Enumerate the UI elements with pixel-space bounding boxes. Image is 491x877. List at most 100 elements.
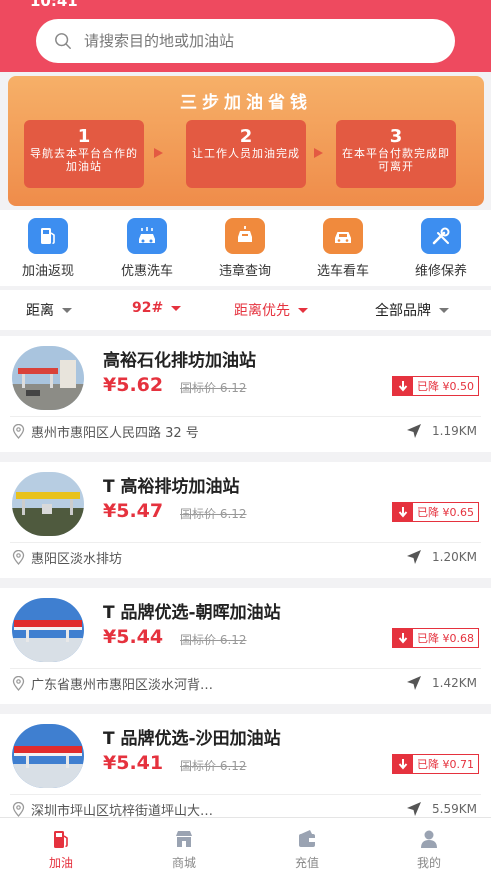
filter-label: 92# bbox=[132, 300, 164, 316]
station-old-price: 国标价 6.12 bbox=[180, 633, 247, 647]
station-card[interactable]: 高裕石化排坊加油站 ¥5.62 国标价 6.12 已降 ¥0.50 惠州市惠阳区… bbox=[0, 336, 491, 452]
station-name: T 高裕排坊加油站 bbox=[103, 477, 240, 497]
price-drop-badge: 已降 ¥0.50 bbox=[392, 376, 479, 396]
app-header: 10:41 bbox=[0, 0, 491, 72]
price-drop-text: 已降 ¥0.65 bbox=[417, 506, 474, 519]
filter-label: 距离优先 bbox=[234, 303, 290, 319]
filter-sort[interactable]: 距离优先 bbox=[234, 300, 308, 320]
price-drop-badge: 已降 ¥0.65 bbox=[392, 502, 479, 522]
station-price: ¥5.62 bbox=[103, 374, 164, 396]
chevron-down-icon bbox=[439, 307, 449, 313]
station-distance[interactable]: 1.19KM bbox=[406, 423, 477, 439]
station-distance[interactable]: 1.20KM bbox=[406, 549, 477, 565]
tab-profile[interactable]: 我的 bbox=[389, 828, 469, 871]
station-old-price: 国标价 6.12 bbox=[180, 381, 247, 395]
location-pin-icon bbox=[12, 550, 25, 565]
bottom-tab-bar: 加油 商城 充值 我的 bbox=[0, 817, 491, 877]
quick-item-label: 加油返现 bbox=[21, 264, 74, 279]
card-divider bbox=[10, 794, 481, 795]
tab-recharge[interactable]: 充值 bbox=[267, 828, 347, 871]
quick-item-label: 优惠洗车 bbox=[120, 264, 173, 279]
station-card[interactable]: T 品牌优选-沙田加油站 ¥5.41 国标价 6.12 已降 ¥0.71 深圳市… bbox=[0, 714, 491, 819]
quick-item-fuel-cashback[interactable]: 加油返现 bbox=[8, 218, 88, 279]
filter-bar: 距离 92# 距离优先 全部品牌 bbox=[0, 290, 491, 330]
station-distance-text: 5.59KM bbox=[432, 802, 477, 816]
user-icon bbox=[389, 828, 469, 850]
station-name: T 品牌优选-朝晖加油站 bbox=[103, 603, 281, 623]
wrench-icon bbox=[421, 218, 461, 254]
station-address-text: 惠州市惠阳区人民四路 32 号 bbox=[31, 426, 199, 441]
quick-menu: 加油返现 优惠洗车 违章查询 选车看车 维修保养 bbox=[0, 210, 491, 286]
station-distance-text: 1.42KM bbox=[432, 676, 477, 690]
status-bar: 10:41 bbox=[0, 0, 491, 14]
fuel-pump-icon bbox=[21, 828, 101, 850]
search-input[interactable] bbox=[84, 32, 404, 50]
tab-label: 商城 bbox=[171, 856, 196, 870]
card-divider bbox=[10, 542, 481, 543]
navigate-icon bbox=[407, 424, 422, 438]
tab-store[interactable]: 商城 bbox=[144, 828, 224, 871]
station-card[interactable]: T 品牌优选-朝晖加油站 ¥5.44 国标价 6.12 已降 ¥0.68 广东省… bbox=[0, 588, 491, 704]
tab-label: 我的 bbox=[416, 856, 441, 870]
station-address: 惠阳区淡水排坊 bbox=[12, 548, 122, 567]
arrow-down-icon bbox=[393, 629, 413, 647]
filter-distance[interactable]: 距离 bbox=[26, 300, 72, 320]
station-distance-text: 1.20KM bbox=[432, 550, 477, 564]
car-icon bbox=[323, 218, 363, 254]
station-photo bbox=[12, 598, 84, 662]
arrow-down-icon bbox=[393, 503, 413, 521]
search-bar[interactable] bbox=[36, 19, 455, 63]
station-old-price: 国标价 6.12 bbox=[180, 759, 247, 773]
card-divider bbox=[10, 668, 481, 669]
station-address: 惠州市惠阳区人民四路 32 号 bbox=[12, 422, 199, 441]
step-text: 让工作人员加油完成 bbox=[192, 147, 300, 160]
step-arrow-icon bbox=[314, 148, 323, 158]
banner-step-1: 1 导航去本平台合作的加油站 bbox=[24, 120, 144, 188]
quick-item-car-wash[interactable]: 优惠洗车 bbox=[107, 218, 187, 279]
station-card[interactable]: T 高裕排坊加油站 ¥5.47 国标价 6.12 已降 ¥0.65 惠阳区淡水排… bbox=[0, 462, 491, 578]
quick-item-car-shopping[interactable]: 选车看车 bbox=[303, 218, 383, 279]
step-text: 导航去本平台合作的加油站 bbox=[30, 147, 138, 173]
station-name: 高裕石化排坊加油站 bbox=[103, 351, 256, 371]
station-distance[interactable]: 5.59KM bbox=[406, 801, 477, 817]
chevron-down-icon bbox=[298, 307, 308, 313]
tab-label: 充值 bbox=[294, 856, 319, 870]
location-pin-icon bbox=[12, 676, 25, 691]
chevron-down-icon bbox=[171, 305, 182, 311]
filter-fuel-grade[interactable]: 92# bbox=[132, 300, 182, 316]
quick-item-label: 选车看车 bbox=[316, 264, 369, 279]
navigate-icon bbox=[407, 802, 422, 816]
search-icon bbox=[55, 33, 71, 49]
quick-item-label: 违章查询 bbox=[218, 264, 271, 279]
station-distance-text: 1.19KM bbox=[432, 424, 477, 438]
step-arrow-icon bbox=[154, 148, 163, 158]
step-number: 3 bbox=[389, 126, 403, 147]
quick-item-violation-query[interactable]: 违章查询 bbox=[205, 218, 285, 279]
quick-item-maintenance[interactable]: 维修保养 bbox=[401, 218, 481, 279]
car-wash-icon bbox=[127, 218, 167, 254]
station-photo bbox=[12, 346, 84, 410]
navigate-icon bbox=[407, 676, 422, 690]
station-address-text: 惠阳区淡水排坊 bbox=[31, 552, 123, 567]
station-price: ¥5.44 bbox=[103, 626, 164, 648]
store-icon bbox=[144, 828, 224, 850]
filter-label: 距离 bbox=[26, 303, 54, 319]
tab-refuel[interactable]: 加油 bbox=[21, 828, 101, 871]
filter-brand[interactable]: 全部品牌 bbox=[375, 300, 449, 320]
fuel-pump-icon bbox=[28, 218, 68, 254]
price-drop-text: 已降 ¥0.71 bbox=[417, 758, 474, 771]
station-price: ¥5.41 bbox=[103, 752, 164, 774]
status-time: 10:41 bbox=[30, 0, 78, 10]
price-drop-badge: 已降 ¥0.68 bbox=[392, 628, 479, 648]
station-distance[interactable]: 1.42KM bbox=[406, 675, 477, 691]
arrow-down-icon bbox=[393, 755, 413, 773]
price-drop-badge: 已降 ¥0.71 bbox=[392, 754, 479, 774]
step-number: 1 bbox=[77, 126, 91, 147]
wallet-icon bbox=[267, 828, 347, 850]
traffic-camera-icon bbox=[225, 218, 265, 254]
promo-banner[interactable]: 三步加油省钱 1 导航去本平台合作的加油站 2 让工作人员加油完成 3 在本平台… bbox=[8, 76, 484, 206]
step-number: 2 bbox=[239, 126, 253, 147]
step-text: 在本平台付款完成即可离开 bbox=[342, 147, 450, 173]
banner-step-3: 3 在本平台付款完成即可离开 bbox=[336, 120, 456, 188]
station-old-price: 国标价 6.12 bbox=[180, 507, 247, 521]
